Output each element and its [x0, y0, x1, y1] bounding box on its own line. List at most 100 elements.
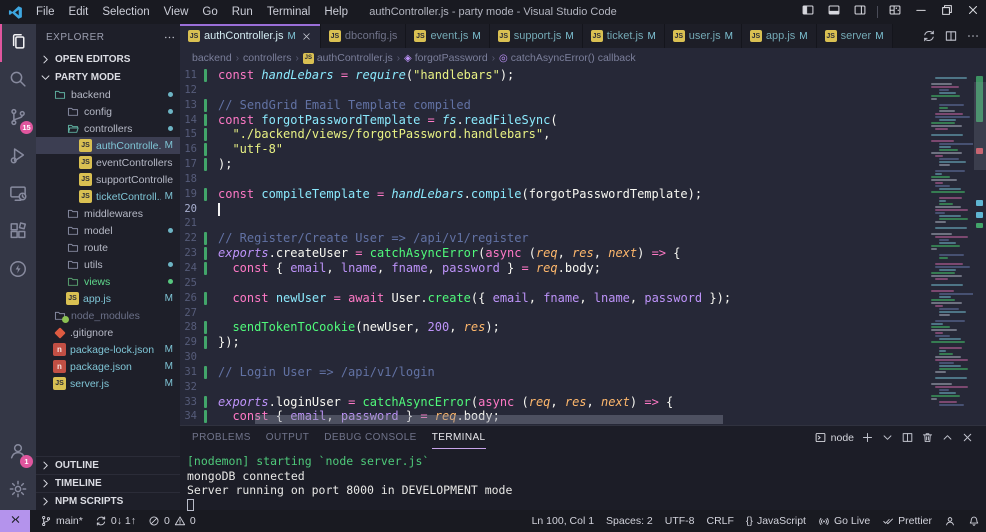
terminal-instance[interactable]: node	[814, 431, 854, 444]
breadcrumb-item[interactable]: ◈forgotPassword	[404, 52, 488, 64]
code-line[interactable]: 22// Register/Create User => /api/v1/reg…	[180, 231, 986, 246]
project-root-section[interactable]: PARTY MODE	[36, 68, 180, 86]
npm-scripts-section[interactable]: NPM SCRIPTS	[36, 492, 180, 510]
restore-button[interactable]	[934, 0, 960, 24]
code-line[interactable]: 32	[180, 380, 986, 395]
code-editor[interactable]: 11const handLebars = require("handlebars…	[180, 68, 986, 425]
panel-tab-problems[interactable]: PROBLEMS	[192, 426, 251, 449]
code-line[interactable]: 16 "utf-8"	[180, 142, 986, 157]
split-terminal-icon[interactable]	[901, 431, 914, 444]
terminal-output[interactable]: [nodemon] starting `node server.js`mongo…	[180, 449, 986, 512]
code-line[interactable]: 23exports.createUser = catchAsyncError(a…	[180, 246, 986, 261]
activitybar-source-control[interactable]: 15	[0, 100, 36, 138]
activitybar-accounts[interactable]: 1	[0, 434, 36, 472]
code-line[interactable]: 11const handLebars = require("handlebars…	[180, 68, 986, 83]
panel-tab-output[interactable]: OUTPUT	[266, 426, 310, 449]
tree-item--gitignore[interactable]: .gitignore	[36, 324, 180, 341]
tree-item-eventcontrollers-js[interactable]: JSeventControllers.js	[36, 154, 180, 171]
feedback-icon[interactable]	[938, 510, 962, 532]
open-changes-icon[interactable]	[922, 29, 936, 43]
close-panel-icon[interactable]	[961, 431, 974, 444]
code-line[interactable]: 21	[180, 216, 986, 231]
code-line[interactable]: 27	[180, 306, 986, 321]
tree-item-utils[interactable]: utils	[36, 256, 180, 273]
go-live-item[interactable]: Go Live	[812, 510, 876, 532]
code-line[interactable]: 19const compileTemplate = handLebars.com…	[180, 187, 986, 202]
language-mode-item[interactable]: {} JavaScript	[740, 510, 812, 532]
tree-item-route[interactable]: route	[36, 239, 180, 256]
explorer-more-actions-icon[interactable]	[163, 31, 176, 44]
tree-item-supportcontroller-js[interactable]: JSsupportController.js	[36, 171, 180, 188]
code-line[interactable]: 30	[180, 350, 986, 365]
kill-terminal-icon[interactable]	[921, 431, 934, 444]
menu-item-edit[interactable]: Edit	[62, 0, 96, 24]
editor-tab-app-js[interactable]: JSapp.jsM	[742, 24, 817, 48]
code-line[interactable]: 20	[180, 202, 986, 217]
panel-tab-debug-console[interactable]: DEBUG CONSOLE	[324, 426, 416, 449]
tab-close-icon[interactable]	[301, 31, 312, 42]
notifications-bell-icon[interactable]	[962, 510, 986, 532]
activitybar-search[interactable]	[0, 62, 36, 100]
toggle-secondary-sidebar-button[interactable]	[847, 0, 873, 24]
panel-tab-terminal[interactable]: TERMINAL	[432, 426, 486, 449]
activitybar-extensions[interactable]	[0, 214, 36, 252]
menu-item-help[interactable]: Help	[317, 0, 355, 24]
activitybar-run-and-debug[interactable]	[0, 138, 36, 176]
tree-item-middlewares[interactable]: middlewares	[36, 205, 180, 222]
editor-tab-dbconfig-js[interactable]: JSdbconfig.js	[321, 24, 407, 48]
close-button[interactable]	[960, 0, 986, 24]
maximize-panel-icon[interactable]	[941, 431, 954, 444]
editor-tab-support-js[interactable]: JSsupport.jsM	[490, 24, 583, 48]
tree-item-views[interactable]: views	[36, 273, 180, 290]
indentation-item[interactable]: Spaces: 2	[600, 510, 659, 532]
new-terminal-icon[interactable]	[861, 431, 874, 444]
editor-tab-event-js[interactable]: JSevent.jsM	[406, 24, 489, 48]
tree-item-package-json[interactable]: npackage.jsonM	[36, 358, 180, 375]
prettier-item[interactable]: Prettier	[876, 510, 938, 532]
tree-item-backend[interactable]: backend	[36, 86, 180, 103]
code-line[interactable]: 26 const newUser = await User.create({ e…	[180, 291, 986, 306]
git-branch-item[interactable]: main*	[34, 510, 89, 532]
eol-item[interactable]: CRLF	[701, 510, 740, 532]
menu-item-selection[interactable]: Selection	[95, 0, 156, 24]
minimap[interactable]	[928, 70, 973, 415]
code-line[interactable]: 14const forgotPasswordTemplate = fs.read…	[180, 113, 986, 128]
tree-item-ticketcontroll-[interactable]: JSticketControll...M	[36, 188, 180, 205]
code-line[interactable]: 31// Login User => /api/v1/login	[180, 365, 986, 380]
tree-item-model[interactable]: model	[36, 222, 180, 239]
tree-item-config[interactable]: config	[36, 103, 180, 120]
activitybar-settings[interactable]	[0, 472, 36, 510]
code-line[interactable]: 13// SendGrid Email Template compiled	[180, 98, 986, 113]
menu-item-go[interactable]: Go	[195, 0, 224, 24]
toggle-primary-sidebar-button[interactable]	[795, 0, 821, 24]
menu-item-view[interactable]: View	[157, 0, 196, 24]
customize-layout-button[interactable]	[882, 0, 908, 24]
encoding-item[interactable]: UTF-8	[659, 510, 701, 532]
code-line[interactable]: 15 "./backend/views/forgotPassword.handl…	[180, 127, 986, 142]
code-line[interactable]: 33exports.loginUser = catchAsyncError(as…	[180, 395, 986, 410]
activitybar-thunder-client[interactable]	[0, 252, 36, 290]
code-line[interactable]: 28 sendTokenToCookie(newUser, 200, res);	[180, 320, 986, 335]
tree-item-package-lock-json[interactable]: npackage-lock.jsonM	[36, 341, 180, 358]
remote-indicator[interactable]	[0, 510, 30, 532]
horizontal-scrollbar[interactable]	[255, 415, 723, 424]
code-line[interactable]: 12	[180, 83, 986, 98]
breadcrumb-item[interactable]: backend	[192, 52, 232, 64]
breadcrumb-item[interactable]: ◎catchAsyncError() callback	[499, 52, 636, 64]
problems-item[interactable]: 0 0	[142, 510, 202, 532]
tree-item-node-modules[interactable]: node_modules	[36, 307, 180, 324]
editor-tab-ticket-js[interactable]: JSticket.jsM	[583, 24, 665, 48]
toggle-panel-button[interactable]	[821, 0, 847, 24]
editor-tab-authcontroller-js[interactable]: JSauthController.jsM	[180, 24, 321, 48]
timeline-section[interactable]: TIMELINE	[36, 474, 180, 492]
tree-item-server-js[interactable]: JSserver.jsM	[36, 375, 180, 392]
code-line[interactable]: 25	[180, 276, 986, 291]
code-line[interactable]: 29});	[180, 335, 986, 350]
breadcrumb-item[interactable]: JSauthController.js	[303, 52, 393, 64]
activitybar-explorer[interactable]	[0, 24, 36, 62]
editor-tab-server[interactable]: JSserverM	[817, 24, 893, 48]
outline-section[interactable]: OUTLINE	[36, 456, 180, 474]
cursor-position-item[interactable]: Ln 100, Col 1	[526, 510, 600, 532]
code-line[interactable]: 17);	[180, 157, 986, 172]
code-line[interactable]: 18	[180, 172, 986, 187]
